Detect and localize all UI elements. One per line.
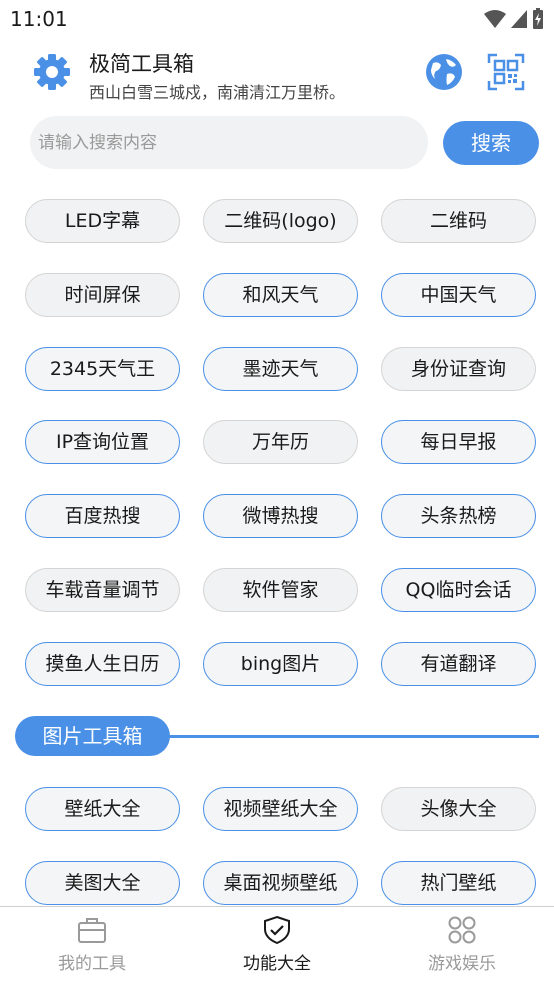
tool-chip[interactable]: QQ临时会话 [381, 568, 536, 612]
search-input[interactable] [38, 116, 418, 169]
tool-chip[interactable]: 头条热榜 [381, 494, 536, 538]
tool-chip[interactable]: 百度热搜 [25, 494, 180, 538]
nav-label: 我的工具 [58, 954, 126, 974]
tool-chip[interactable]: 微博热搜 [203, 494, 358, 538]
cellular-signal-icon [511, 10, 527, 28]
wifi-icon [484, 10, 506, 28]
image-tool-chip[interactable]: 美图大全 [25, 861, 180, 905]
nav-label: 功能大全 [243, 954, 311, 974]
search-box [30, 116, 428, 169]
tool-chip[interactable]: 二维码 [381, 199, 536, 243]
nav-item-my-tools[interactable]: 我的工具 [0, 907, 184, 984]
tool-chip[interactable]: 身份证查询 [381, 347, 536, 391]
image-tool-chip[interactable]: 壁纸大全 [25, 787, 180, 831]
image-tool-chip[interactable]: 头像大全 [381, 787, 536, 831]
tool-chip[interactable]: 和风天气 [203, 273, 358, 317]
status-bar: 11:01 [0, 0, 554, 38]
tool-chip[interactable]: 摸鱼人生日历 [25, 642, 180, 686]
status-time: 11:01 [10, 7, 68, 31]
tool-chip[interactable]: 车载音量调节 [25, 568, 180, 612]
tool-chip[interactable]: 有道翻译 [381, 642, 536, 686]
app-header: 极简工具箱 西山白雪三城戍，南浦清江万里桥。 [0, 40, 554, 110]
tool-chip[interactable]: 墨迹天气 [203, 347, 358, 391]
tool-chip[interactable]: 2345天气王 [25, 347, 180, 391]
tool-chip[interactable]: bing图片 [203, 642, 358, 686]
grid-icon [448, 916, 476, 944]
section-divider [160, 735, 539, 738]
gear-icon[interactable] [32, 52, 72, 92]
search-button[interactable]: 搜索 [443, 121, 539, 165]
shield-check-icon [264, 915, 290, 945]
bottom-nav: 我的工具 功能大全 游戏娱乐 [0, 906, 554, 984]
nav-item-games[interactable]: 游戏娱乐 [370, 907, 554, 984]
app-title: 极简工具箱 [89, 52, 194, 76]
tool-chip[interactable]: 时间屏保 [25, 273, 180, 317]
nav-item-all-features[interactable]: 功能大全 [185, 907, 369, 984]
tool-chip[interactable]: LED字幕 [25, 199, 180, 243]
image-tool-chip[interactable]: 热门壁纸 [381, 861, 536, 905]
tool-chip[interactable]: 软件管家 [203, 568, 358, 612]
tool-chip[interactable]: 二维码(logo) [203, 199, 358, 243]
image-tool-chip[interactable]: 视频壁纸大全 [203, 787, 358, 831]
image-tool-chip[interactable]: 桌面视频壁纸 [203, 861, 358, 905]
section-title-image-tools: 图片工具箱 [15, 716, 170, 756]
app-subtitle: 西山白雪三城戍，南浦清江万里桥。 [89, 83, 346, 102]
tool-chip[interactable]: 中国天气 [381, 273, 536, 317]
nav-label: 游戏娱乐 [428, 954, 496, 974]
tool-chip[interactable]: 每日早报 [381, 420, 536, 464]
tool-chip[interactable]: IP查询位置 [25, 420, 180, 464]
battery-charging-icon [533, 8, 543, 29]
qr-scan-icon[interactable] [487, 53, 525, 91]
status-icons [484, 8, 544, 30]
toolbox-icon [78, 918, 106, 943]
globe-icon[interactable] [424, 52, 464, 92]
tool-chip[interactable]: 万年历 [203, 420, 358, 464]
